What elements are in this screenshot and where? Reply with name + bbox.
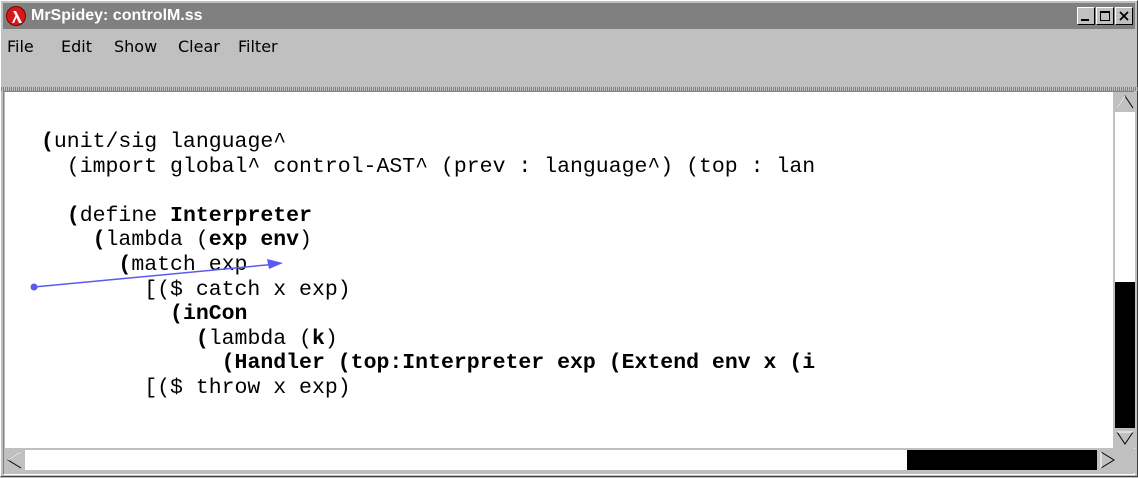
chevron-down-icon [1116,431,1134,445]
menu-filter[interactable]: Filter [238,37,278,56]
window-title: MrSpidey: controlM.ss [31,7,203,24]
minimize-button[interactable] [1077,7,1095,25]
menu-edit[interactable]: Edit [61,37,92,56]
vertical-scroll-track[interactable] [1115,282,1135,428]
code-token: exp env [208,228,300,253]
scroll-up-button[interactable] [1115,93,1135,111]
close-icon [1119,11,1129,21]
code-line: (unit/sig language^ [41,130,286,154]
code-token: [($ throw x exp) [41,376,351,400]
code-editor[interactable]: (unit/sig language^ (import global^ cont… [5,92,1113,448]
code-token: ) [324,326,338,351]
title-bar[interactable]: MrSpidey: controlM.ss [3,3,1135,29]
app-window: MrSpidey: controlM.ss File Edit Show Cle… [0,0,1138,477]
code-token: ) [299,228,312,253]
code-line: (define Interpreter [41,204,312,228]
code-token: (Handler (top:Interpreter exp (Extend en… [221,351,816,376]
scroll-down-button[interactable] [1115,429,1135,447]
code-line: (import global^ control-AST^ (prev : lan… [41,155,815,179]
menu-file[interactable]: File [7,37,34,56]
code-token: (import global^ control-AST^ (prev : lan… [41,154,816,179]
code-token: ( [170,302,183,327]
chevron-right-icon [1100,451,1115,469]
chevron-up-icon [1116,95,1134,109]
lambda-icon[interactable] [6,6,26,26]
code-token: define [79,203,171,228]
maximize-button[interactable] [1096,7,1114,25]
code-line: [($ throw x exp) [41,376,351,400]
code-line: [($ catch x exp) [41,277,351,302]
code-token: k [311,326,325,351]
horizontal-scrollbar[interactable] [5,449,1136,473]
code-token: unit/sig language^ [53,130,287,154]
minimize-icon [1081,19,1089,21]
code-token: inCon [182,302,248,327]
horizontal-scroll-thumb[interactable] [25,450,907,470]
menu-bar: File Edit Show Clear Filter [3,31,1135,63]
chevron-left-icon [7,451,22,469]
code-token: ( [118,253,132,277]
code-token: match exp [131,253,248,277]
code-token: [($ catch x exp) [41,277,351,302]
code-line: (lambda (k) [41,327,338,351]
vertical-scroll-thumb[interactable] [1115,112,1135,282]
code-token: lambda ( [208,326,312,351]
code-token: ( [195,326,209,351]
code-token: ( [66,203,80,228]
scroll-right-button[interactable] [1097,450,1117,470]
code-token: ( [41,130,54,154]
code-token: lambda ( [105,228,209,253]
close-button[interactable] [1115,7,1133,25]
code-token: ( [92,228,106,253]
code-line: (match exp [41,253,247,277]
horizontal-scroll-track[interactable] [907,450,1097,470]
code-line: (lambda (exp env) [41,228,312,252]
maximize-icon [1100,11,1110,21]
menu-show[interactable]: Show [114,37,157,56]
vertical-scrollbar[interactable] [1114,92,1136,448]
scroll-left-button[interactable] [5,450,25,470]
code-line: (Handler (top:Interpreter exp (Extend en… [41,351,816,376]
code-line: (inCon [41,302,247,326]
menu-clear[interactable]: Clear [178,37,220,56]
code-token: Interpreter [170,203,312,228]
